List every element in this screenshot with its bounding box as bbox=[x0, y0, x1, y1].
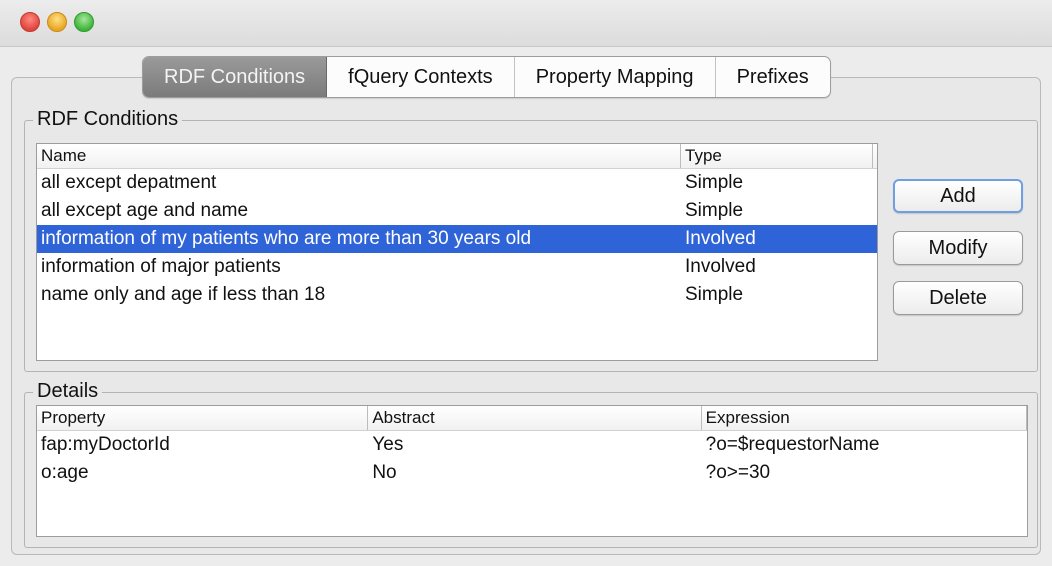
details-group-title: Details bbox=[33, 379, 103, 403]
rdf-conditions-group-title: RDF Conditions bbox=[33, 107, 183, 131]
tab-bar: RDF Conditions fQuery Contexts Property … bbox=[142, 56, 831, 98]
condition-name-cell: information of my patients who are more … bbox=[41, 228, 532, 249]
table-row-selected[interactable]: information of my patients who are more … bbox=[37, 225, 877, 253]
column-header-abstract[interactable]: Abstract bbox=[368, 406, 702, 430]
table-header: Property Abstract Expression bbox=[37, 406, 1027, 431]
rdf-conditions-table[interactable]: Name Type all except depatment Simple al… bbox=[36, 143, 878, 361]
condition-name-cell: name only and age if less than 18 bbox=[41, 284, 326, 305]
table-row[interactable]: all except age and name Simple bbox=[37, 197, 877, 225]
rdf-conditions-group: RDF Conditions Name Type all except depa… bbox=[24, 107, 1038, 372]
expression-cell: ?o=$requestorName bbox=[705, 434, 880, 455]
app-window: RDF Conditions fQuery Contexts Property … bbox=[0, 0, 1052, 566]
tab-property-mapping[interactable]: Property Mapping bbox=[515, 57, 716, 97]
tab-rdf-conditions[interactable]: RDF Conditions bbox=[143, 57, 328, 97]
column-header-type[interactable]: Type bbox=[681, 144, 873, 168]
property-cell: fap:myDoctorId bbox=[41, 434, 170, 455]
condition-type-cell: Simple bbox=[685, 172, 744, 193]
condition-name-cell: information of major patients bbox=[41, 256, 281, 277]
property-cell: o:age bbox=[41, 462, 89, 483]
modify-button[interactable]: Modify bbox=[893, 231, 1023, 265]
condition-type-cell: Involved bbox=[685, 256, 756, 277]
condition-name-cell: all except depatment bbox=[41, 172, 217, 193]
table-row[interactable]: name only and age if less than 18 Simple bbox=[37, 281, 877, 309]
tab-fquery-contexts[interactable]: fQuery Contexts bbox=[327, 57, 515, 97]
details-table[interactable]: Property Abstract Expression fap:myDocto… bbox=[36, 405, 1028, 537]
condition-type-cell: Involved bbox=[685, 228, 756, 249]
column-header-expression[interactable]: Expression bbox=[702, 406, 1027, 430]
abstract-cell: No bbox=[372, 462, 397, 483]
table-row[interactable]: fap:myDoctorId Yes ?o=$requestorName bbox=[37, 431, 1027, 459]
abstract-cell: Yes bbox=[372, 434, 404, 455]
title-bar bbox=[0, 0, 1052, 47]
expression-cell: ?o>=30 bbox=[705, 462, 771, 483]
delete-button[interactable]: Delete bbox=[893, 281, 1023, 315]
table-row[interactable]: all except depatment Simple bbox=[37, 169, 877, 197]
details-group: Details Property Abstract Expression fap… bbox=[24, 379, 1038, 548]
table-row[interactable]: information of major patients Involved bbox=[37, 253, 877, 281]
table-row[interactable]: o:age No ?o>=30 bbox=[37, 459, 1027, 487]
tab-prefixes[interactable]: Prefixes bbox=[716, 57, 830, 97]
condition-type-cell: Simple bbox=[685, 284, 744, 305]
condition-name-cell: all except age and name bbox=[41, 200, 249, 221]
add-button[interactable]: Add bbox=[893, 179, 1023, 213]
zoom-window-icon[interactable] bbox=[74, 12, 94, 32]
minimize-window-icon[interactable] bbox=[47, 12, 67, 32]
column-header-name[interactable]: Name bbox=[37, 144, 681, 168]
table-header: Name Type bbox=[37, 144, 877, 169]
column-header-property[interactable]: Property bbox=[37, 406, 369, 430]
condition-type-cell: Simple bbox=[685, 200, 744, 221]
close-window-icon[interactable] bbox=[20, 12, 40, 32]
